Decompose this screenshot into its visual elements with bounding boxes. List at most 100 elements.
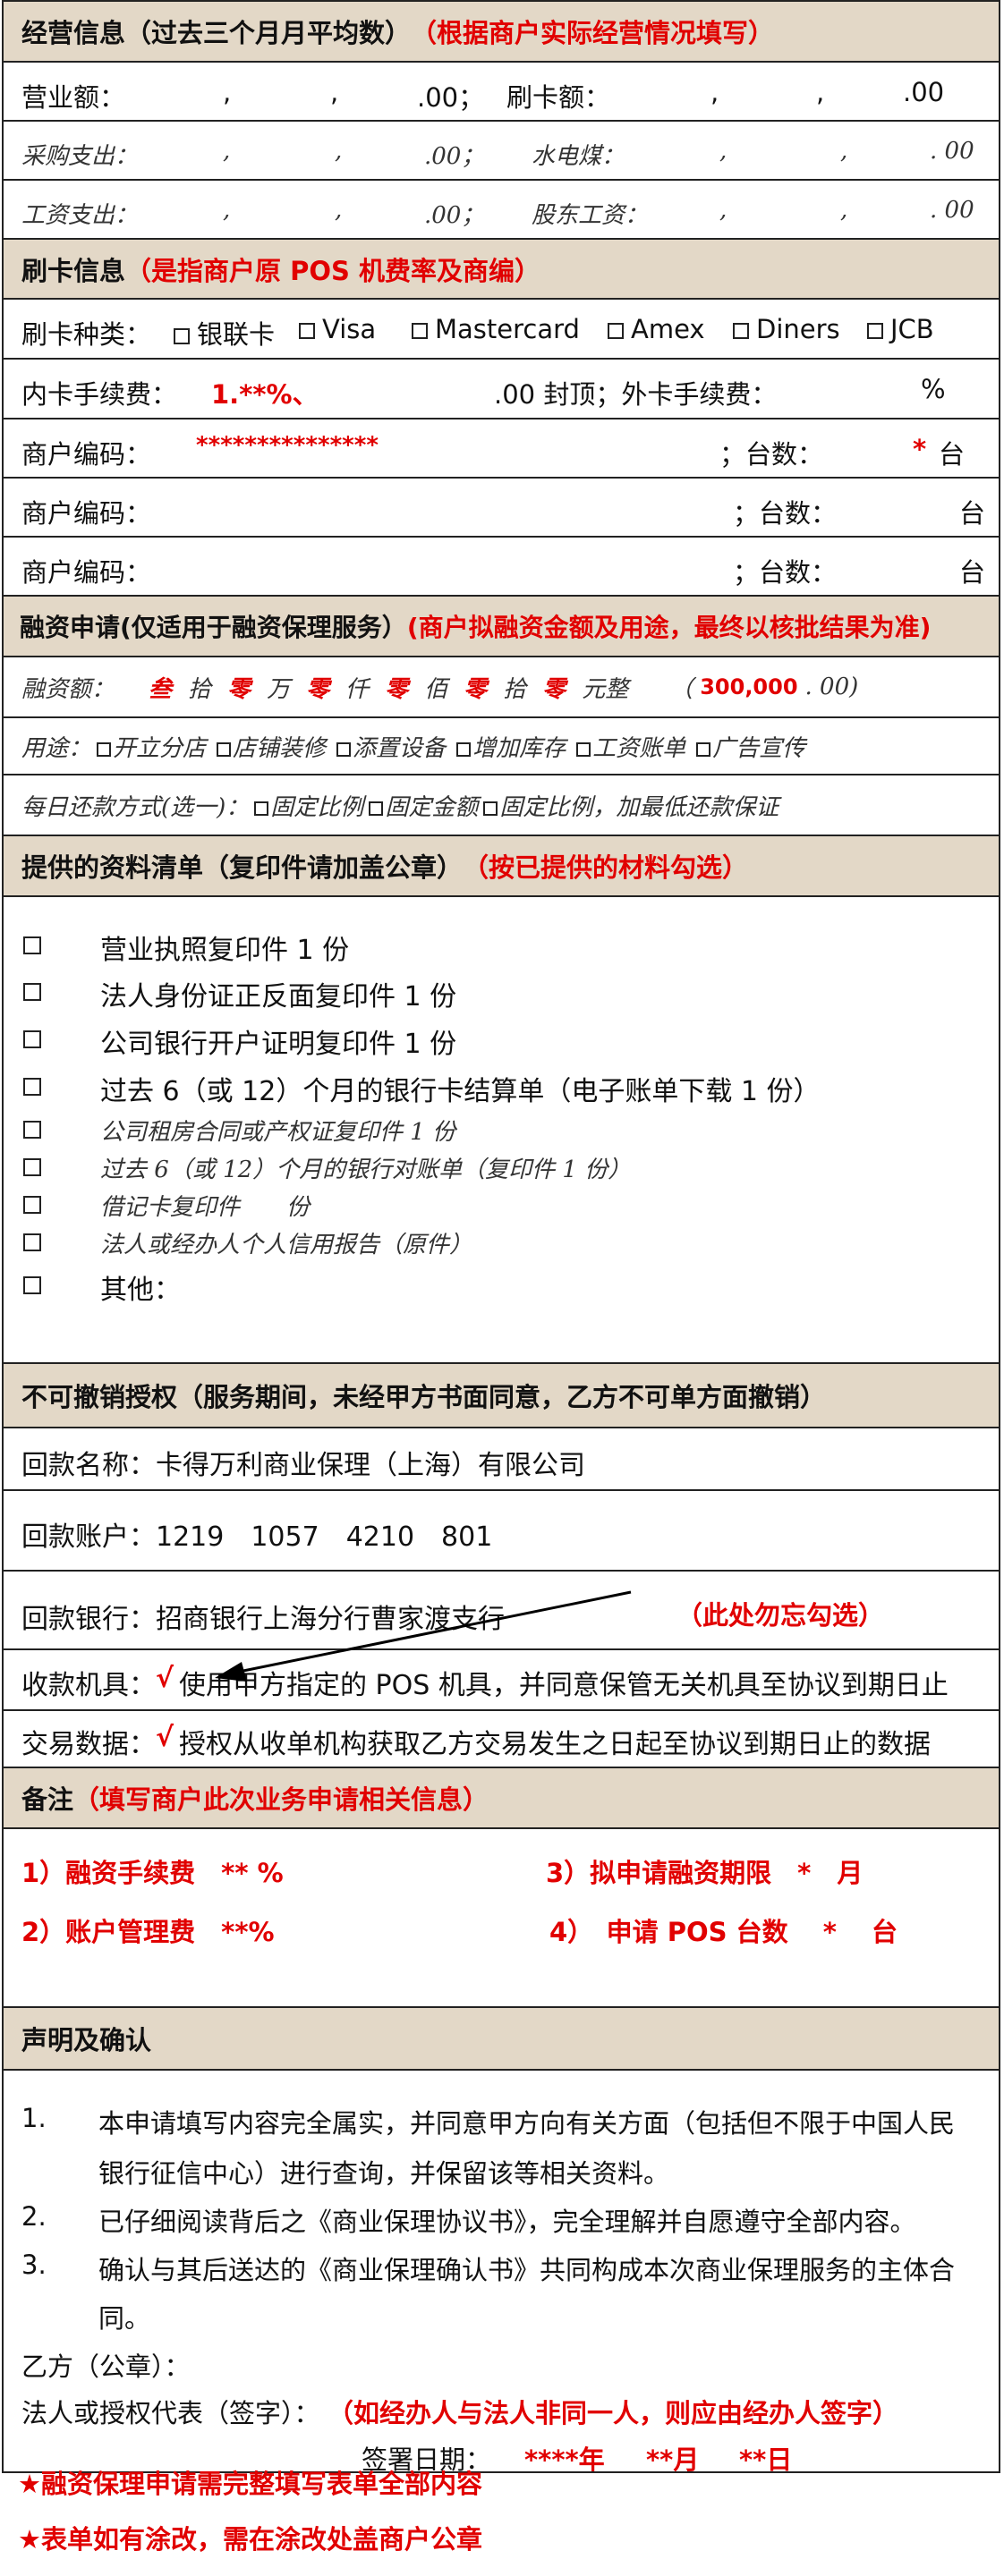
utility-decimal[interactable]: . 00 xyxy=(930,138,974,165)
revenue-decimal[interactable]: .00； xyxy=(417,77,484,114)
units-value[interactable]: * xyxy=(913,434,926,464)
doc-item-4: 过去 6（或 12）个月的银行卡结算单（电子账单下载 1 份） xyxy=(100,1076,821,1107)
amount-digit-0[interactable]: 叁 xyxy=(149,671,172,704)
revenue-comma-1[interactable]: , xyxy=(223,77,231,107)
use-option-0[interactable]: 开立分店 xyxy=(97,730,206,763)
repay-checkbox-1[interactable] xyxy=(369,801,384,816)
payee-account: 回款账户：1219 1057 4210 801 xyxy=(21,1521,493,1553)
finance-amount-close: . 00) xyxy=(804,674,859,700)
revenue-comma-2[interactable]: , xyxy=(330,77,338,107)
card-kind-mastercard[interactable]: Mastercard xyxy=(412,314,580,344)
amount-digit-1[interactable]: 零 xyxy=(227,671,251,704)
declare-title: 声明及确认 xyxy=(21,2025,152,2055)
purchase-decimal[interactable]: .00； xyxy=(424,138,484,171)
checkbox-jcb[interactable] xyxy=(867,323,883,339)
checkbox-diners[interactable] xyxy=(733,323,749,339)
utility-comma-2[interactable]: , xyxy=(840,138,847,165)
checkbox-visa[interactable] xyxy=(299,323,315,339)
amount-unit-5: 元整 xyxy=(582,675,629,703)
use-checkbox-0[interactable] xyxy=(97,741,112,757)
card-kind-visa[interactable]: Visa xyxy=(299,314,376,344)
doc-checkbox-5[interactable] xyxy=(23,1121,41,1139)
card-kind-unionpay-label: 银联卡 xyxy=(197,319,276,350)
use-option-label-1: 店铺装修 xyxy=(233,734,327,762)
amount-digit-4[interactable]: 零 xyxy=(464,671,487,704)
use-option-1[interactable]: 店铺装修 xyxy=(217,730,326,763)
payee-bank-row: 回款银行：招商银行上海分行曹家渡支行 （此处勿忘勾选） xyxy=(4,1572,999,1650)
use-checkbox-1[interactable] xyxy=(217,741,232,757)
use-option-2[interactable]: 添置设备 xyxy=(336,730,446,763)
repay-option-2[interactable]: 固定比例，加最低还款保证 xyxy=(483,789,779,822)
card-kind-diners[interactable]: Diners xyxy=(733,314,840,344)
amount-unit-0: 拾 xyxy=(188,675,212,703)
remark-account-fee[interactable]: 2）账户管理费 **% xyxy=(21,1911,275,1949)
use-option-3[interactable]: 增加库存 xyxy=(456,730,566,763)
finance-amount-number[interactable]: 300,000 xyxy=(700,674,797,699)
collect-device-check[interactable]: √ xyxy=(156,1663,174,1694)
purchase-comma-1[interactable]: , xyxy=(223,138,230,165)
doc-checkbox-6[interactable] xyxy=(23,1158,41,1176)
declare-num-2: 2. xyxy=(21,2201,47,2232)
finance-title: 融资申请(仅适用于融资保理服务） xyxy=(20,613,407,642)
purchase-comma-2[interactable]: , xyxy=(335,138,342,165)
shareholder-comma-2[interactable]: , xyxy=(840,197,847,224)
amount-digit-5[interactable]: 零 xyxy=(542,671,566,704)
doc-checkbox-4[interactable] xyxy=(23,1078,41,1096)
declare-num-1: 1. xyxy=(21,2103,47,2133)
application-form: 经营信息（过去三个月月平均数） （根据商户实际经营情况填写） 营业额： , , … xyxy=(2,0,1000,2475)
doc-checkbox-other[interactable] xyxy=(23,1276,41,1294)
card-kind-amex[interactable]: Amex xyxy=(608,314,705,344)
repay-option-1[interactable]: 固定金额 xyxy=(369,789,478,822)
card-amount-comma-1[interactable]: , xyxy=(710,77,719,107)
card-amount-comma-2[interactable]: , xyxy=(816,77,824,107)
repay-checkbox-0[interactable] xyxy=(254,801,269,816)
doc-checkbox-3[interactable] xyxy=(23,1030,41,1048)
trade-data-check[interactable]: √ xyxy=(156,1722,174,1753)
remark-fee[interactable]: 1）融资手续费 ** % xyxy=(21,1852,284,1890)
checkbox-unionpay[interactable] xyxy=(174,328,190,344)
repay-option-0[interactable]: 固定比例 xyxy=(254,789,363,822)
use-checkbox-3[interactable] xyxy=(456,741,472,757)
salary-decimal[interactable]: .00； xyxy=(424,197,484,230)
use-option-label-5: 广告宣传 xyxy=(712,734,806,762)
remark-finance-term[interactable]: 3）拟申请融资期限 * 月 xyxy=(546,1852,863,1890)
application-page: 经营信息（过去三个月月平均数） （根据商户实际经营情况填写） 营业额： , , … xyxy=(0,0,1004,2576)
shareholder-comma-1[interactable]: , xyxy=(719,197,727,224)
merchant-code-value[interactable]: *************** xyxy=(196,432,379,459)
use-option-5[interactable]: 广告宣传 xyxy=(696,730,805,763)
repay-checkbox-2[interactable] xyxy=(483,801,498,816)
amount-digit-2[interactable]: 零 xyxy=(306,671,329,704)
doc-checkbox-7[interactable] xyxy=(23,1196,41,1214)
card-kind-diners-label: Diners xyxy=(756,314,840,344)
salary-row: 工资支出： , , .00； 股东工资： , , . 00 xyxy=(4,181,999,240)
use-checkbox-2[interactable] xyxy=(336,741,352,757)
salary-comma-1[interactable]: , xyxy=(223,197,230,224)
card-kind-unionpay[interactable]: 银联卡 xyxy=(174,314,275,352)
checkbox-amex[interactable] xyxy=(608,323,624,339)
card-kind-jcb[interactable]: JCB xyxy=(867,314,934,344)
use-checkbox-5[interactable] xyxy=(696,741,711,757)
shareholder-decimal[interactable]: . 00 xyxy=(930,197,974,224)
card-kinds-row: 刷卡种类： 银联卡 Visa Mastercard Amex Diners JC… xyxy=(4,300,999,360)
amount-unit-4: 拾 xyxy=(503,675,527,703)
finance-amount-row: 融资额： 叁拾零万零仟零佰零拾零元整 （ 300,000 . 00) xyxy=(4,657,999,718)
use-checkbox-4[interactable] xyxy=(576,741,591,757)
foreign-fee-percent[interactable]: % xyxy=(921,374,946,404)
amount-unit-1: 万 xyxy=(267,675,291,703)
salary-comma-2[interactable]: , xyxy=(335,197,342,224)
finance-amount-words[interactable]: 叁拾零万零仟零佰零拾零元整 xyxy=(149,671,644,704)
doc-checkbox-2[interactable] xyxy=(23,983,41,1001)
amount-digit-3[interactable]: 零 xyxy=(385,671,408,704)
use-option-4[interactable]: 工资账单 xyxy=(576,730,685,763)
auth-header: 不可撤销授权（服务期间，未经甲方书面同意，乙方不可单方面撤销） xyxy=(4,1364,999,1428)
domestic-fee-value[interactable]: 1.**%、 xyxy=(211,374,319,411)
remark-header: 备注 （填写商户此次业务申请相关信息） xyxy=(4,1768,999,1829)
remark-pos-count[interactable]: 4） 申请 POS 台数 * 台 xyxy=(549,1911,898,1949)
utility-comma-1[interactable]: , xyxy=(719,138,727,165)
use-option-label-3: 增加库存 xyxy=(472,734,566,762)
doc-checkbox-8[interactable] xyxy=(23,1233,41,1251)
card-amount-decimal[interactable]: .00 xyxy=(903,77,944,107)
declare-item-1-line-2: 银行征信中心）进行查询，并保留该等相关资料。 xyxy=(98,2158,670,2189)
checkbox-mastercard[interactable] xyxy=(412,323,428,339)
doc-checkbox-1[interactable] xyxy=(23,936,41,954)
